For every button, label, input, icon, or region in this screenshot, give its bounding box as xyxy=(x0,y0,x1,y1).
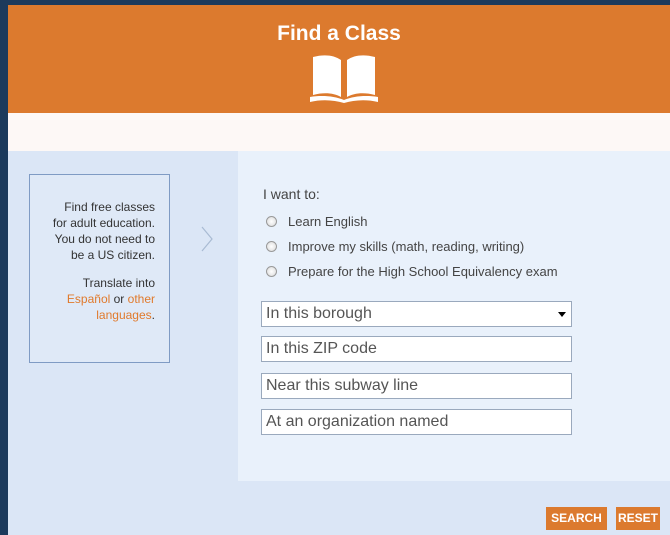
reset-button[interactable]: RESET xyxy=(616,507,660,530)
other-languages-link[interactable]: other xyxy=(128,292,155,306)
radio-button[interactable] xyxy=(266,215,277,227)
radio-button[interactable] xyxy=(266,265,277,277)
info-box: Find free classes for adult education. Y… xyxy=(29,174,170,363)
organization-input[interactable]: At an organization named xyxy=(261,409,572,435)
spacer-band xyxy=(8,113,670,151)
main-content: Find free classes for adult education. Y… xyxy=(8,151,670,535)
zip-code-input[interactable]: In this ZIP code xyxy=(261,336,572,362)
info-line: be a US citizen. xyxy=(70,248,155,262)
radio-improve-skills[interactable]: Improve my skills (math, reading, writin… xyxy=(266,238,524,254)
chevron-right-icon xyxy=(201,226,213,252)
espanol-link[interactable]: Español xyxy=(67,292,110,306)
open-book-icon xyxy=(310,55,378,103)
radio-button[interactable] xyxy=(266,240,277,252)
info-line: Find free classes xyxy=(64,200,155,214)
or-text: or xyxy=(110,292,128,306)
info-line: for adult education. xyxy=(52,216,155,230)
subway-line-input[interactable]: Near this subway line xyxy=(261,373,572,399)
dropdown-arrow-icon xyxy=(558,312,566,317)
search-button[interactable]: SEARCH xyxy=(546,507,607,530)
radio-learn-english[interactable]: Learn English xyxy=(266,213,368,229)
translate-label: Translate into xyxy=(82,276,155,290)
languages-link[interactable]: languages xyxy=(96,308,151,322)
radio-label: Learn English xyxy=(288,213,368,229)
borough-select[interactable]: In this borough xyxy=(261,301,572,327)
translate-links: Español or other xyxy=(38,291,155,307)
page-title: Find a Class xyxy=(277,22,401,45)
radio-hse-exam[interactable]: Prepare for the High School Equivalency … xyxy=(266,263,558,279)
borough-select-value: In this borough xyxy=(266,305,372,322)
radio-label: Improve my skills (math, reading, writin… xyxy=(288,238,525,254)
period-text: . xyxy=(151,308,155,322)
find-a-class-widget: Find a Class Find free classes for adult… xyxy=(8,5,670,535)
radio-label: Prepare for the High School Equivalency … xyxy=(288,263,558,279)
i-want-to-label: I want to: xyxy=(263,186,320,202)
info-line: You do not need to xyxy=(54,232,155,246)
translate-links-cont: languages. xyxy=(38,307,155,323)
header-bar: Find a Class xyxy=(8,5,670,113)
